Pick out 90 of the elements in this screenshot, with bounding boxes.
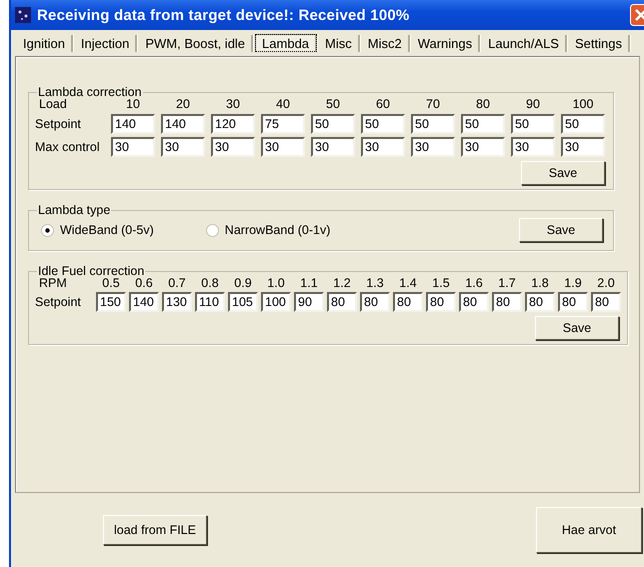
column-header: 1.1 xyxy=(299,277,319,290)
input-field[interactable]: 75 xyxy=(261,114,305,134)
row-label: Setpoint xyxy=(35,117,82,131)
row-label: Setpoint xyxy=(35,295,82,309)
radio-label: WideBand (0-5v) xyxy=(60,223,154,237)
save-button[interactable]: Save xyxy=(535,316,619,340)
input-field[interactable]: 30 xyxy=(111,137,155,157)
column-header: 0.7 xyxy=(167,277,187,290)
group-title: Idle Fuel correction xyxy=(37,265,146,277)
input-field[interactable]: 50 xyxy=(311,114,355,134)
input-field[interactable]: 120 xyxy=(211,114,255,134)
window-title: Receiving data from target device!: Received 100% xyxy=(37,6,410,24)
input-field[interactable]: 140 xyxy=(161,114,205,134)
input-field[interactable]: 30 xyxy=(561,137,605,157)
input-field[interactable]: 50 xyxy=(411,114,455,134)
load-button[interactable]: load from FILE xyxy=(103,515,207,545)
input-field[interactable]: 105 xyxy=(228,292,258,312)
column-header: 80 xyxy=(475,98,491,111)
column-header: 60 xyxy=(375,98,391,111)
input-field[interactable]: 30 xyxy=(361,137,405,157)
app-icon xyxy=(15,7,31,23)
column-header: 0.6 xyxy=(134,277,154,290)
column-header: 40 xyxy=(275,98,291,111)
input-field[interactable]: 30 xyxy=(511,137,555,157)
tab[interactable]: Launch/ALS xyxy=(482,34,567,52)
column-header: 2.0 xyxy=(596,277,616,290)
input-field[interactable]: 30 xyxy=(311,137,355,157)
tab[interactable]: Injection xyxy=(74,34,138,52)
tab[interactable]: PWM, Boost, idle xyxy=(139,34,254,52)
input-field[interactable]: 90 xyxy=(294,292,324,312)
radio-label: NarrowBand (0-1v) xyxy=(224,223,330,237)
input-field[interactable]: 30 xyxy=(411,137,455,157)
input-field[interactable]: 80 xyxy=(591,292,621,312)
group-title: Lambda type xyxy=(37,204,112,216)
save-button[interactable]: Save xyxy=(519,218,603,242)
column-header: 1.6 xyxy=(464,277,484,290)
column-header: 50 xyxy=(325,98,341,111)
input-field[interactable]: 30 xyxy=(261,137,305,157)
input-field[interactable]: 50 xyxy=(361,114,405,134)
row-label: Max control xyxy=(35,140,101,154)
save-button[interactable]: Save xyxy=(521,161,605,185)
input-field[interactable]: 50 xyxy=(511,114,555,134)
input-field[interactable]: 80 xyxy=(525,292,555,312)
input-field[interactable]: 80 xyxy=(492,292,522,312)
group-title: Lambda correction xyxy=(37,86,143,98)
input-field[interactable]: 100 xyxy=(261,292,291,312)
column-header: RPM xyxy=(38,277,68,290)
input-field[interactable]: 30 xyxy=(461,137,505,157)
column-header: Load xyxy=(38,98,68,111)
input-field[interactable]: 80 xyxy=(459,292,489,312)
input-field[interactable]: 50 xyxy=(461,114,505,134)
input-field[interactable]: 150 xyxy=(96,292,126,312)
tab[interactable]: Ignition xyxy=(17,34,73,52)
input-field[interactable]: 110 xyxy=(195,292,225,312)
column-header: 30 xyxy=(225,98,241,111)
input-field[interactable]: 130 xyxy=(162,292,192,312)
column-header: 1.7 xyxy=(497,277,517,290)
input-field[interactable]: 50 xyxy=(561,114,605,134)
input-field[interactable]: 140 xyxy=(111,114,155,134)
radio-icon[interactable] xyxy=(206,224,219,236)
input-field[interactable]: 80 xyxy=(327,292,357,312)
input-field[interactable]: 80 xyxy=(558,292,588,312)
input-field[interactable]: 30 xyxy=(211,137,255,157)
tab[interactable]: Lambda xyxy=(255,34,318,52)
input-field[interactable]: 80 xyxy=(360,292,390,312)
column-header: 1.3 xyxy=(365,277,385,290)
input-field[interactable]: 80 xyxy=(426,292,456,312)
column-header: 90 xyxy=(525,98,541,111)
column-header: 1.4 xyxy=(398,277,418,290)
tab[interactable]: Settings xyxy=(568,34,630,52)
tab[interactable]: Warnings xyxy=(412,34,480,52)
column-header: 1.5 xyxy=(431,277,451,290)
column-header: 100 xyxy=(572,98,594,111)
radio-selected-icon[interactable] xyxy=(41,224,54,236)
input-field[interactable]: 30 xyxy=(161,137,205,157)
tab[interactable]: Misc2 xyxy=(362,34,410,52)
column-header: 1.2 xyxy=(332,277,352,290)
input-field[interactable]: 80 xyxy=(393,292,423,312)
column-header: 0.9 xyxy=(233,277,253,290)
column-header: 1.8 xyxy=(530,277,550,290)
fetch-button[interactable]: Hae arvot xyxy=(536,507,642,553)
input-field[interactable]: 140 xyxy=(129,292,159,312)
column-header: 10 xyxy=(125,98,141,111)
column-header: 1.9 xyxy=(563,277,583,290)
column-header: 20 xyxy=(175,98,191,111)
column-header: 1.0 xyxy=(266,277,286,290)
column-header: 0.5 xyxy=(101,277,121,290)
column-header: 0.8 xyxy=(200,277,220,290)
column-header: 70 xyxy=(425,98,441,111)
tab[interactable]: Misc xyxy=(319,34,360,52)
